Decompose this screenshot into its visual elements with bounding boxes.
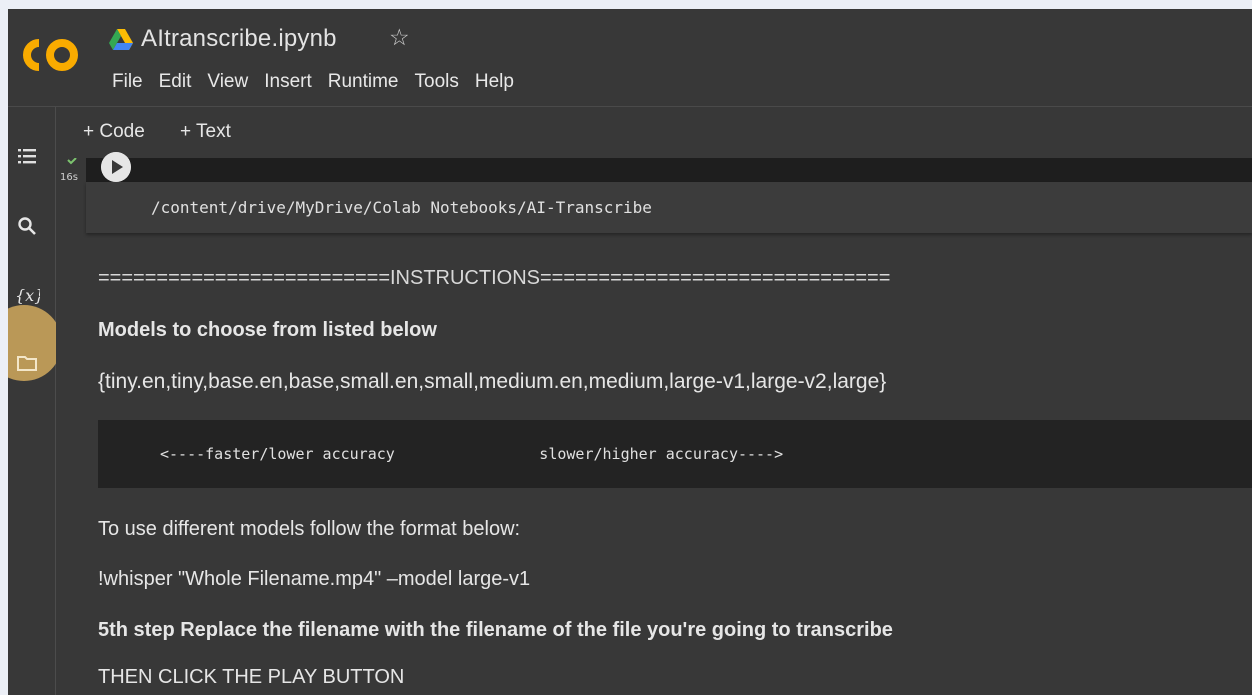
output-text: /content/drive/MyDrive/Colab Notebooks/A… bbox=[151, 198, 652, 217]
add-text-button[interactable]: + Text bbox=[180, 121, 231, 143]
menu-file[interactable]: File bbox=[104, 70, 151, 94]
menu-runtime[interactable]: Runtime bbox=[320, 70, 407, 94]
files-icon[interactable] bbox=[14, 350, 40, 376]
instructions-divider: =========================INSTRUCTIONS===… bbox=[98, 267, 891, 289]
google-drive-icon[interactable] bbox=[109, 29, 133, 51]
colab-logo[interactable] bbox=[22, 35, 82, 75]
play-instruction: THEN CLICK THE PLAY BUTTON bbox=[98, 666, 405, 688]
models-list: {tiny.en,tiny,base.en,base,small.en,smal… bbox=[98, 370, 887, 393]
menu-tools[interactable]: Tools bbox=[407, 70, 467, 94]
table-of-contents-icon[interactable] bbox=[14, 143, 40, 169]
menu-view[interactable]: View bbox=[199, 70, 256, 94]
accuracy-code-block: <----faster/lower accuracy slower/higher… bbox=[98, 420, 1252, 488]
notebook-area: 16s /content/drive/MyDrive/Colab Noteboo… bbox=[56, 152, 1252, 695]
code-cell[interactable] bbox=[86, 158, 1252, 182]
format-instructions: To use different models follow the forma… bbox=[98, 518, 521, 540]
menu-bar: File Edit View Insert Runtime Tools Help bbox=[104, 70, 522, 94]
star-icon[interactable]: ☆ bbox=[389, 25, 410, 51]
notebook-title[interactable]: AItranscribe.ipynb bbox=[141, 25, 337, 53]
variables-icon[interactable]: {x} bbox=[14, 282, 40, 308]
search-icon[interactable] bbox=[14, 213, 40, 239]
header: AItranscribe.ipynb ☆ File Edit View Inse… bbox=[8, 9, 1252, 107]
add-code-button[interactable]: + Code bbox=[83, 121, 145, 143]
step-five-text: 5th step Replace the filename with the f… bbox=[98, 619, 893, 641]
command-example: !whisper "Whole Filename.mp4" –model lar… bbox=[98, 568, 531, 590]
menu-insert[interactable]: Insert bbox=[256, 70, 320, 94]
cell-output: /content/drive/MyDrive/Colab Notebooks/A… bbox=[86, 182, 1252, 233]
code-block-text: <----faster/lower accuracy slower/higher… bbox=[160, 445, 784, 463]
menu-edit[interactable]: Edit bbox=[151, 70, 200, 94]
menu-help[interactable]: Help bbox=[467, 70, 522, 94]
play-button[interactable] bbox=[101, 152, 131, 182]
models-heading: Models to choose from listed below bbox=[98, 319, 437, 341]
execution-time: 16s bbox=[60, 172, 78, 183]
colab-window: AItranscribe.ipynb ☆ File Edit View Inse… bbox=[8, 9, 1252, 695]
side-rail: {x} bbox=[8, 107, 62, 695]
svg-text:{x}: {x} bbox=[15, 286, 40, 305]
toolbar: + Code + Text bbox=[55, 107, 1252, 159]
